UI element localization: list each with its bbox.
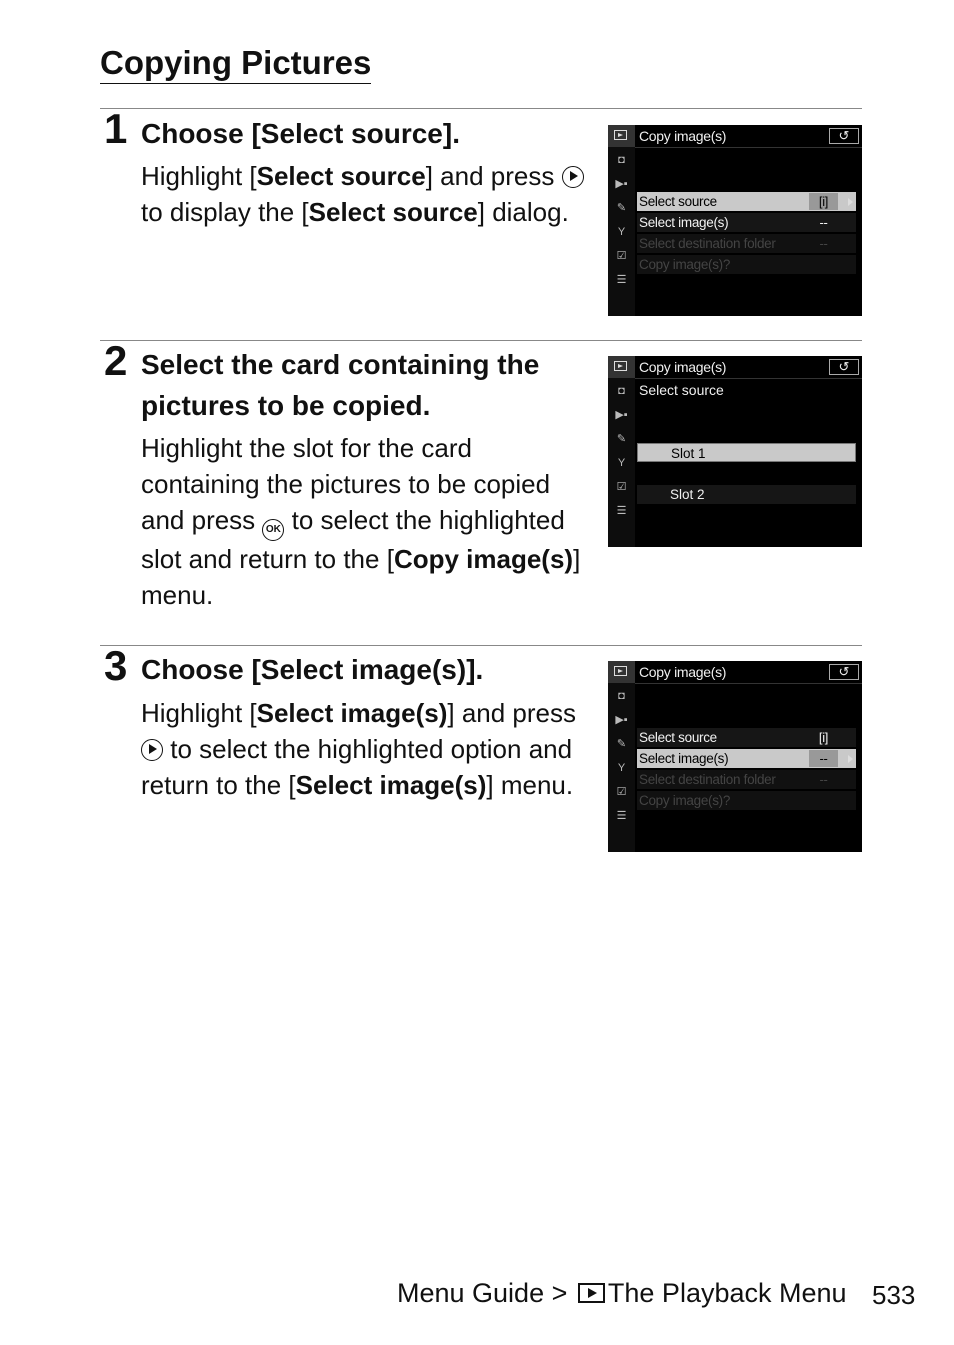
movie-icon: ▶▪ bbox=[615, 178, 628, 190]
divider bbox=[100, 340, 862, 341]
menu-row: Select image(s) -- bbox=[637, 749, 856, 768]
menu-row-value: -- bbox=[819, 215, 828, 230]
menu-item-reference: Select image(s) bbox=[256, 698, 448, 728]
screen-title: Copy image(s) bbox=[639, 128, 727, 144]
retouch-icon: ☑ bbox=[616, 250, 627, 262]
camera-icon: ◘ bbox=[618, 690, 625, 702]
menu-row: Copy image(s)? bbox=[637, 255, 856, 274]
menu-row: Select image(s) -- bbox=[637, 213, 856, 232]
camera-icon: ◘ bbox=[618, 385, 625, 397]
back-icon: ↺ bbox=[829, 664, 859, 680]
menu-row: Copy image(s)? bbox=[637, 791, 856, 810]
menu-item-reference: Select image(s) bbox=[295, 770, 487, 800]
divider bbox=[635, 147, 862, 148]
step-number: 2 bbox=[104, 337, 128, 384]
menu-row-label: Select destination folder bbox=[639, 236, 776, 251]
playback-icon bbox=[608, 661, 635, 683]
wrench-icon: Y bbox=[617, 226, 626, 238]
step-title: Choose [Select image(s)]. bbox=[141, 654, 484, 685]
multi-selector-right-icon bbox=[561, 166, 584, 188]
playback-icon bbox=[577, 1283, 605, 1303]
back-icon: ↺ bbox=[829, 128, 859, 144]
divider bbox=[635, 378, 862, 379]
slot-2-option: Slot 2 bbox=[637, 485, 856, 504]
step-title: Choose [Select source]. bbox=[141, 118, 460, 149]
retouch-icon: ☑ bbox=[616, 786, 627, 798]
my-menu-icon: ☰ bbox=[616, 505, 627, 517]
menu-row-label: Copy image(s)? bbox=[639, 257, 731, 272]
step-body: Highlight [Select image(s)] and press to… bbox=[141, 698, 577, 800]
breadcrumb-chapter-link[interactable]: The Playback Menu bbox=[608, 1278, 847, 1308]
retouch-icon: ☑ bbox=[616, 481, 627, 493]
menu-sidebar: ◘ ▶▪ ✎ Y ☑ ☰ bbox=[608, 661, 635, 852]
step-number: 3 bbox=[104, 642, 128, 689]
multi-selector-right-icon bbox=[141, 739, 163, 761]
divider bbox=[100, 645, 862, 646]
camera-icon: ◘ bbox=[618, 154, 625, 166]
step-title: Select the card containing the pictures … bbox=[141, 349, 540, 421]
camera-screen-copy-images: ◘ ▶▪ ✎ Y ☑ ☰ Copy image(s) ↺ Select source [i]… bbox=[608, 125, 862, 316]
menu-item-reference: Copy image(s) bbox=[393, 544, 574, 574]
menu-row-value: [i] bbox=[818, 730, 829, 745]
breadcrumb: Menu Guide > The Playback Menu bbox=[397, 1276, 847, 1310]
pencil-icon: ✎ bbox=[616, 738, 627, 750]
camera-screen-copy-images-step3: ◘ ▶▪ ✎ Y ☑ ☰ Copy image(s) ↺ Select source [i]… bbox=[608, 661, 862, 852]
back-icon: ↺ bbox=[829, 359, 859, 375]
my-menu-icon: ☰ bbox=[616, 810, 627, 822]
screen-title: Copy image(s) bbox=[639, 664, 727, 680]
menu-sidebar: ◘ ▶▪ ✎ Y ☑ ☰ bbox=[608, 356, 635, 547]
ok-button-icon: OK bbox=[262, 519, 285, 541]
menu-row: Select source [i] bbox=[637, 728, 856, 747]
pencil-icon: ✎ bbox=[616, 433, 627, 445]
menu-sidebar: ◘ ▶▪ ✎ Y ☑ ☰ bbox=[608, 125, 635, 316]
divider bbox=[635, 683, 862, 684]
page-number: 533 bbox=[872, 1280, 916, 1310]
menu-row-value: -- bbox=[809, 750, 838, 767]
playback-icon bbox=[608, 356, 635, 378]
step-body: Highlight [Select source] and press to d… bbox=[141, 158, 591, 230]
menu-row: Select destination folder -- bbox=[637, 770, 856, 789]
step-number: 1 bbox=[104, 105, 128, 152]
step-body: Highlight the slot for the card containi… bbox=[141, 433, 581, 610]
chevron-right-icon bbox=[848, 198, 853, 206]
menu-row-label: Select source bbox=[639, 730, 717, 745]
movie-icon: ▶▪ bbox=[615, 714, 628, 726]
pencil-icon: ✎ bbox=[616, 202, 627, 214]
movie-icon: ▶▪ bbox=[615, 409, 628, 421]
menu-row-label: Select image(s) bbox=[639, 751, 729, 766]
menu-row-value: -- bbox=[819, 236, 828, 251]
menu-row-label: Select image(s) bbox=[639, 215, 729, 230]
divider bbox=[100, 108, 862, 109]
my-menu-icon: ☰ bbox=[616, 274, 627, 286]
breadcrumb-separator: > bbox=[551, 1278, 568, 1308]
menu-row-value: -- bbox=[819, 772, 828, 787]
menu-row: Select destination folder -- bbox=[637, 234, 856, 253]
menu-row-value: [i] bbox=[809, 193, 838, 210]
screen-title: Copy image(s) bbox=[639, 359, 727, 375]
menu-item-reference: Select source bbox=[308, 197, 478, 227]
menu-row-label: Select source bbox=[639, 194, 717, 209]
menu-row-label: Copy image(s)? bbox=[639, 793, 731, 808]
playback-icon bbox=[608, 125, 635, 147]
wrench-icon: Y bbox=[617, 762, 626, 774]
screen-subtitle: Select source bbox=[639, 382, 724, 398]
menu-row: Select source [i] bbox=[637, 192, 856, 211]
chevron-right-icon bbox=[848, 755, 853, 763]
camera-screen-select-source: ◘ ▶▪ ✎ Y ☑ ☰ Copy image(s) ↺ Select source Sl… bbox=[608, 356, 862, 547]
menu-item-reference: Select source bbox=[256, 161, 426, 191]
page-title: Copying Pictures bbox=[100, 44, 372, 84]
breadcrumb-section-link[interactable]: Menu Guide bbox=[397, 1278, 544, 1308]
slot-1-option: Slot 1 bbox=[637, 443, 856, 462]
wrench-icon: Y bbox=[617, 457, 626, 469]
menu-row-label: Select destination folder bbox=[639, 772, 776, 787]
